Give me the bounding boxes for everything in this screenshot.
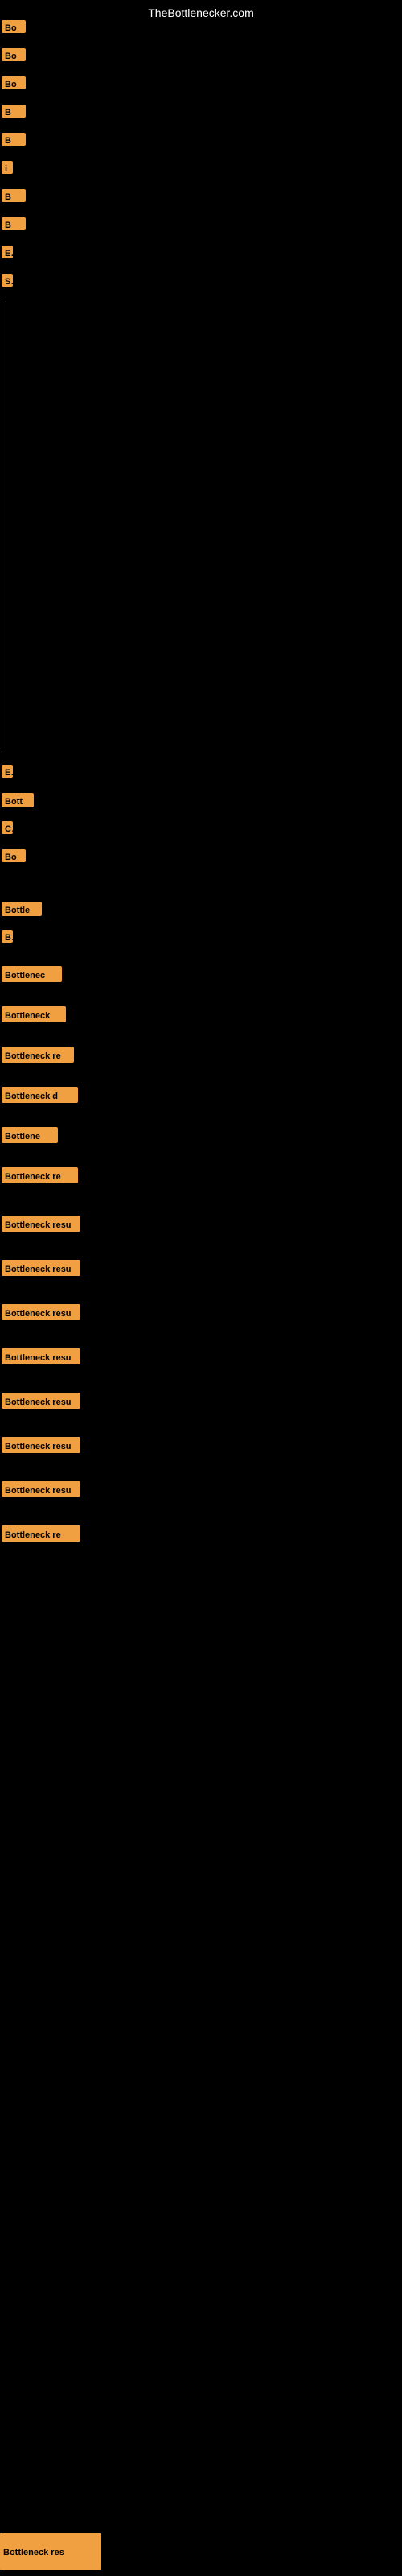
badge-badge-4[interactable]: B bbox=[2, 105, 26, 118]
badge-badge-14[interactable]: Bo bbox=[2, 849, 26, 862]
badge-badge-12[interactable]: Bott bbox=[2, 793, 34, 807]
badge-badge-7[interactable]: B bbox=[2, 189, 26, 202]
badge-badge-31[interactable]: Bottleneck res bbox=[0, 2533, 100, 2570]
badge-badge-21[interactable]: Bottlene bbox=[2, 1127, 58, 1143]
site-title: TheBottlenecker.com bbox=[148, 6, 254, 19]
badge-badge-8[interactable]: B bbox=[2, 217, 26, 230]
badge-badge-11[interactable]: E bbox=[2, 765, 13, 778]
badge-badge-13[interactable]: C bbox=[2, 821, 13, 834]
badge-badge-26[interactable]: Bottleneck resu bbox=[2, 1348, 80, 1364]
badge-badge-18[interactable]: Bottleneck bbox=[2, 1006, 66, 1022]
badge-badge-23[interactable]: Bottleneck resu bbox=[2, 1216, 80, 1232]
badge-badge-20[interactable]: Bottleneck d bbox=[2, 1087, 78, 1103]
badge-badge-16[interactable]: B bbox=[2, 930, 13, 943]
badge-badge-19[interactable]: Bottleneck re bbox=[2, 1046, 74, 1063]
badge-badge-17[interactable]: Bottlenec bbox=[2, 966, 62, 982]
badge-badge-24[interactable]: Bottleneck resu bbox=[2, 1260, 80, 1276]
badge-badge-3[interactable]: Bo bbox=[2, 76, 26, 89]
badge-badge-2[interactable]: Bo bbox=[2, 48, 26, 61]
badge-badge-6[interactable]: i bbox=[2, 161, 13, 174]
badge-badge-29[interactable]: Bottleneck resu bbox=[2, 1481, 80, 1497]
badge-badge-30[interactable]: Bottleneck re bbox=[2, 1525, 80, 1542]
badge-badge-1[interactable]: Bo bbox=[2, 20, 26, 33]
badge-badge-28[interactable]: Bottleneck resu bbox=[2, 1437, 80, 1453]
badge-badge-15[interactable]: Bottle bbox=[2, 902, 42, 916]
badge-badge-5[interactable]: B bbox=[2, 133, 26, 146]
badge-badge-10[interactable]: S bbox=[2, 274, 13, 287]
badge-badge-22[interactable]: Bottleneck re bbox=[2, 1167, 78, 1183]
badge-badge-9[interactable]: E bbox=[2, 246, 13, 258]
badge-badge-27[interactable]: Bottleneck resu bbox=[2, 1393, 80, 1409]
badge-badge-25[interactable]: Bottleneck resu bbox=[2, 1304, 80, 1320]
